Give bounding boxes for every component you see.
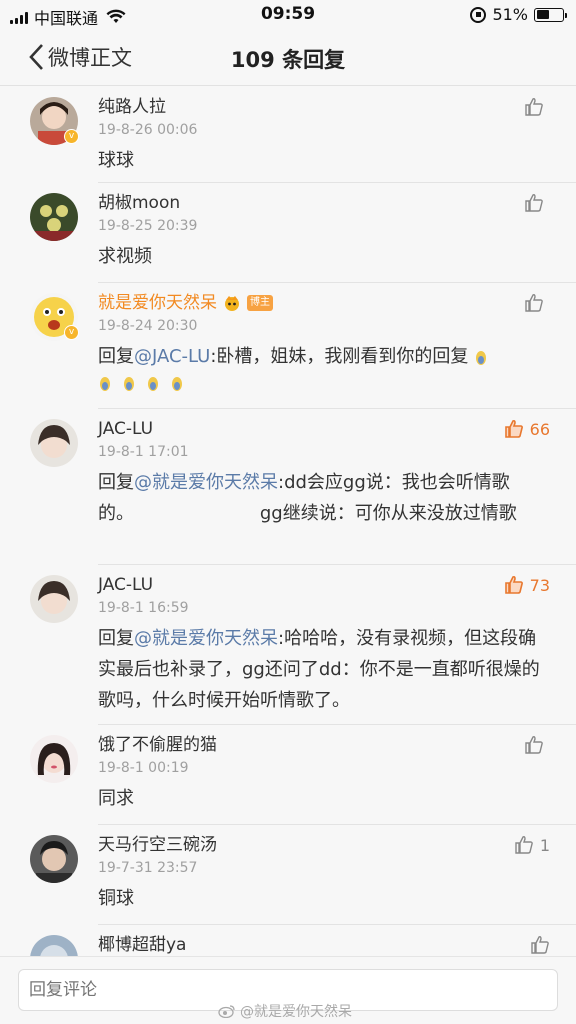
rotation-lock-icon bbox=[470, 6, 487, 23]
comment-time: 19-8-1 17:01 bbox=[98, 444, 189, 460]
doge-emoji-icon bbox=[148, 377, 158, 391]
comment-time: 19-8-26 00:06 bbox=[98, 122, 198, 138]
comment-item: JAC-LU 19-8-1 17:01 回复@就是爱你天然呆:dd会应gg说：我… bbox=[0, 409, 576, 565]
weibo-logo-icon bbox=[218, 1005, 235, 1018]
like-button[interactable] bbox=[524, 193, 550, 213]
comment-item: v 纯路人拉 19-8-26 00:06 球球 bbox=[0, 87, 576, 183]
comment-item: 天马行空三碗汤 19-7-31 23:57 铜球 1 bbox=[0, 825, 576, 925]
battery-icon bbox=[534, 7, 567, 22]
like-button[interactable]: 66 bbox=[504, 419, 550, 439]
comment-username[interactable]: 就是爱你天然呆 博主 bbox=[98, 291, 576, 315]
comment-time: 19-8-25 20:39 bbox=[98, 218, 198, 234]
thumbs-up-icon bbox=[525, 736, 543, 754]
comment-text: 回复@就是爱你天然呆:哈哈哈，没有录视频，但这段确实最后也补录了，gg还问了dd… bbox=[98, 619, 576, 728]
crown-icon bbox=[225, 296, 239, 311]
comment-time: 19-7-31 23:57 bbox=[98, 860, 198, 876]
like-button[interactable] bbox=[524, 97, 550, 117]
comment-username[interactable]: 饿了不偷腥的猫 bbox=[98, 733, 576, 757]
avatar[interactable] bbox=[30, 935, 78, 957]
status-bar: 中国联通 09:59 51% bbox=[0, 0, 576, 30]
thumbs-up-icon bbox=[525, 194, 543, 212]
comment-text: 回复@JAC-LU:卧槽，姐妹，我刚看到你的回复 bbox=[98, 337, 576, 400]
comment-username[interactable]: 天马行空三碗汤 bbox=[98, 833, 576, 857]
thumbs-up-icon bbox=[504, 575, 523, 594]
doge-emoji-icon bbox=[100, 377, 110, 391]
username-text: 就是爱你天然呆 bbox=[98, 293, 217, 313]
nav-bar: 微博正文 109 条回复 bbox=[0, 30, 576, 86]
blogger-badge: 博主 bbox=[247, 295, 273, 311]
avatar[interactable] bbox=[30, 193, 78, 241]
reply-prefix: 回复 bbox=[98, 628, 134, 649]
doge-emoji-icon bbox=[476, 351, 487, 365]
reply-prefix: 回复 bbox=[98, 346, 134, 367]
thumbs-up-icon bbox=[525, 98, 543, 116]
mention-link[interactable]: @就是爱你天然呆 bbox=[134, 472, 278, 493]
comment-list[interactable]: v 纯路人拉 19-8-26 00:06 球球 胡椒moon 19-8-25 2… bbox=[0, 87, 576, 957]
comment-username[interactable]: 纯路人拉 bbox=[98, 95, 576, 119]
mention-link[interactable]: @就是爱你天然呆 bbox=[134, 628, 278, 649]
like-button[interactable] bbox=[524, 293, 550, 313]
comment-username[interactable]: 椰博超甜ya bbox=[98, 933, 576, 957]
like-count: 66 bbox=[529, 419, 550, 439]
thumbs-up-icon bbox=[504, 419, 523, 438]
doge-emoji-icon bbox=[124, 377, 134, 391]
comment-item: v 就是爱你天然呆 博主 19-8-24 20:30 回复@JAC-LU:卧槽，… bbox=[0, 283, 576, 409]
comment-item: 饿了不偷腥的猫 19-8-1 00:19 同求 bbox=[0, 725, 576, 825]
comment-time: 19-8-1 00:19 bbox=[98, 760, 189, 776]
comment-time: 19-8-24 20:30 bbox=[98, 318, 198, 334]
battery-percent: 51% bbox=[492, 5, 528, 24]
like-button[interactable] bbox=[530, 935, 550, 955]
page-title: 109 条回复 bbox=[230, 48, 346, 72]
doge-emoji-icon bbox=[172, 377, 182, 391]
watermark: @就是爱你天然呆 bbox=[218, 1001, 352, 1021]
comment-item: 胡椒moon 19-8-25 20:39 求视频 bbox=[0, 183, 576, 283]
comment-time: 19-8-1 16:59 bbox=[98, 600, 189, 616]
comment-item: 椰博超甜ya bbox=[0, 925, 576, 957]
like-button[interactable] bbox=[524, 735, 550, 755]
comment-text: 球球 bbox=[98, 150, 134, 171]
comment-text: 同求 bbox=[98, 788, 134, 809]
watermark-text: @就是爱你天然呆 bbox=[240, 1004, 352, 1020]
avatar[interactable] bbox=[30, 575, 78, 623]
avatar[interactable] bbox=[30, 835, 78, 883]
thumbs-up-icon bbox=[531, 936, 549, 954]
mention-link[interactable]: @JAC-LU bbox=[134, 346, 210, 367]
verified-badge-icon: v bbox=[64, 325, 79, 340]
like-count: 73 bbox=[529, 575, 550, 595]
like-button[interactable]: 1 bbox=[514, 835, 550, 855]
verified-badge-icon: v bbox=[64, 129, 79, 144]
comment-text: 求视频 bbox=[98, 246, 152, 267]
status-right: 51% bbox=[470, 5, 567, 24]
reply-bar: @就是爱你天然呆 bbox=[0, 956, 576, 1024]
thumbs-up-icon bbox=[525, 294, 543, 312]
emoji-row bbox=[98, 372, 540, 392]
reply-prefix: 回复 bbox=[98, 472, 134, 493]
comment-username[interactable]: 胡椒moon bbox=[98, 191, 576, 215]
like-button[interactable]: 73 bbox=[504, 575, 550, 595]
reply-body: :卧槽，姐妹，我刚看到你的回复 bbox=[210, 346, 469, 367]
comment-text: 铜球 bbox=[98, 888, 134, 909]
avatar[interactable] bbox=[30, 735, 78, 783]
thumbs-up-icon bbox=[515, 836, 533, 854]
comment-item: JAC-LU 19-8-1 16:59 回复@就是爱你天然呆:哈哈哈，没有录视频… bbox=[0, 565, 576, 725]
comment-text: 回复@就是爱你天然呆:dd会应gg说：我也会听情歌的。 gg继续说：可你从来没放… bbox=[98, 463, 576, 541]
avatar[interactable] bbox=[30, 419, 78, 467]
like-count: 1 bbox=[539, 835, 550, 855]
